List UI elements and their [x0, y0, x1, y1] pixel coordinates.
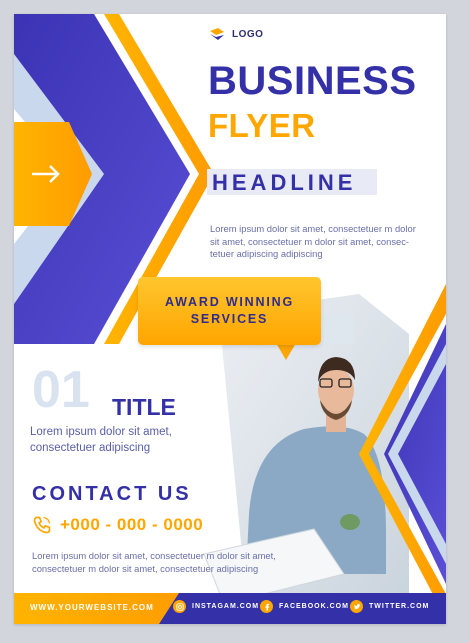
- title-flyer: FLYER: [208, 107, 316, 144]
- award-bubble: AWARD WINNING SERVICES: [138, 277, 321, 345]
- logo-text: LOGO: [232, 28, 264, 40]
- logo: LOGO: [210, 28, 263, 40]
- instagram-label: INSTAGAM.COM: [192, 603, 260, 610]
- headline: HEADLINE: [212, 170, 357, 195]
- instagram-link[interactable]: INSTAGAM.COM: [173, 600, 259, 613]
- phone-number[interactable]: +000 - 000 - 0000: [60, 515, 203, 535]
- section-description: Lorem ipsum dolor sit amet, consectetuer…: [30, 426, 172, 454]
- plant: [340, 514, 360, 530]
- title-business: BUSINESS: [208, 59, 417, 103]
- headline-description: Lorem ipsum dolor sit amet, consectetuer…: [210, 223, 416, 259]
- award-line2: SERVICES: [190, 312, 269, 326]
- flyer-page: LOGO BUSINESS FLYER HEADLINE Lorem ipsum…: [14, 14, 446, 624]
- website-link[interactable]: WWW.YOURWEBSITE.COM: [30, 603, 154, 612]
- facebook-label: FACEBOOK.COM: [279, 603, 349, 610]
- award-line1: AWARD WINNING: [165, 295, 294, 309]
- twitter-link[interactable]: TWITTER.COM: [350, 600, 429, 613]
- twitter-icon: [350, 600, 363, 613]
- instagram-icon: [173, 600, 186, 613]
- twitter-label: TWITTER.COM: [369, 603, 430, 610]
- facebook-icon: [260, 600, 273, 613]
- logo-icon: [210, 28, 224, 40]
- facebook-link[interactable]: FACEBOOK.COM: [260, 600, 349, 613]
- contact-description: Lorem ipsum dolor sit amet, consectetuer…: [32, 550, 276, 574]
- section-title: TITLE: [112, 394, 176, 420]
- contact-heading: CONTACT US: [32, 483, 192, 505]
- phone-icon: [33, 516, 51, 534]
- section-number: 01: [32, 361, 90, 419]
- phone-row: +000 - 000 - 0000: [32, 515, 203, 535]
